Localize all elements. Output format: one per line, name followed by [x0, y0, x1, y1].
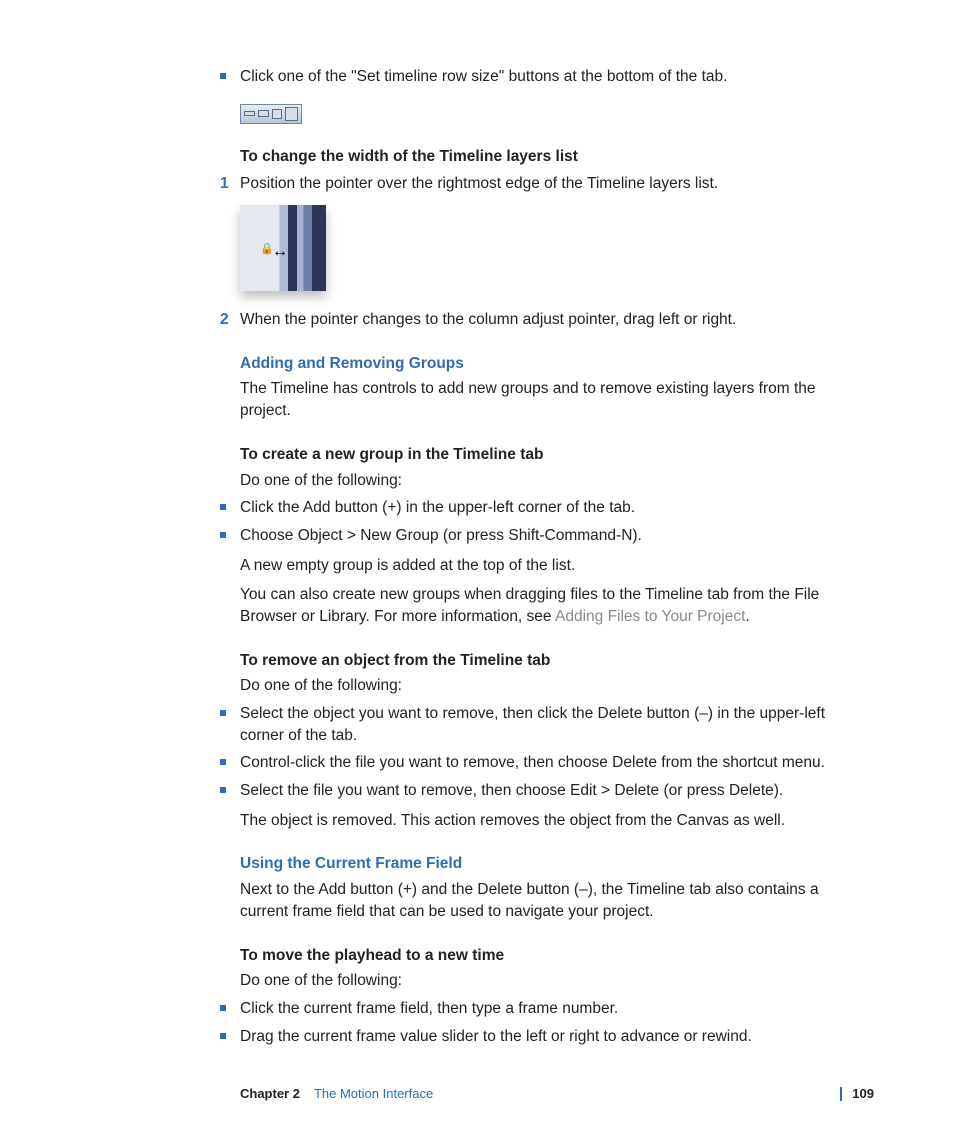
body-text: Click the current frame field, then type… — [240, 1000, 618, 1017]
section-heading: Using the Current Frame Field — [240, 853, 864, 875]
bullet-icon — [220, 73, 226, 79]
task-heading: To remove an object from the Timeline ta… — [240, 650, 864, 672]
step-number: 1 — [220, 173, 229, 195]
body-text: You can also create new groups when drag… — [240, 584, 864, 627]
body-text: Control-click the file you want to remov… — [240, 754, 825, 771]
task-heading: To create a new group in the Timeline ta… — [240, 444, 864, 466]
bullet-icon — [220, 1005, 226, 1011]
body-text: Select the object you want to remove, th… — [240, 705, 825, 744]
section-heading: Adding and Removing Groups — [240, 353, 864, 375]
bullet-icon — [220, 710, 226, 716]
body-text: Click the Add button (+) in the upper-le… — [240, 499, 635, 516]
chapter-label: Chapter 2 — [240, 1085, 300, 1103]
bullet-icon — [220, 1033, 226, 1039]
bullet-icon — [220, 504, 226, 510]
body-text: The Timeline has controls to add new gro… — [240, 378, 864, 421]
body-text: A new empty group is added at the top of… — [240, 555, 864, 577]
bullet-icon — [220, 532, 226, 538]
body-text: Choose Object > New Group (or press Shif… — [240, 527, 642, 544]
task-heading: To change the width of the Timeline laye… — [240, 146, 864, 168]
body-text: Do one of the following: — [240, 970, 864, 992]
step-number: 2 — [220, 309, 229, 331]
body-text: When the pointer changes to the column a… — [240, 311, 736, 328]
body-text: Do one of the following: — [240, 470, 864, 492]
body-text: Select the file you want to remove, then… — [240, 782, 783, 799]
page-number: 109 — [852, 1085, 874, 1103]
resize-illustration: 🔒 ↔ — [240, 205, 864, 291]
body-text: Position the pointer over the rightmost … — [240, 175, 718, 192]
body-text: Do one of the following: — [240, 675, 864, 697]
task-heading: To move the playhead to a new time — [240, 945, 864, 967]
body-text: Next to the Add button (+) and the Delet… — [240, 879, 864, 922]
cross-reference-link[interactable]: Adding Files to Your Project — [555, 608, 745, 625]
body-text: Drag the current frame value slider to t… — [240, 1028, 752, 1045]
chapter-title: The Motion Interface — [314, 1085, 433, 1103]
bullet-icon — [220, 759, 226, 765]
footer-divider-icon — [840, 1087, 842, 1101]
bullet-icon — [220, 787, 226, 793]
body-text: Click one of the "Set timeline row size"… — [240, 68, 727, 85]
page-footer: Chapter 2 The Motion Interface 109 — [240, 1085, 874, 1103]
body-text: The object is removed. This action remov… — [240, 810, 864, 832]
row-size-illustration — [240, 104, 864, 124]
